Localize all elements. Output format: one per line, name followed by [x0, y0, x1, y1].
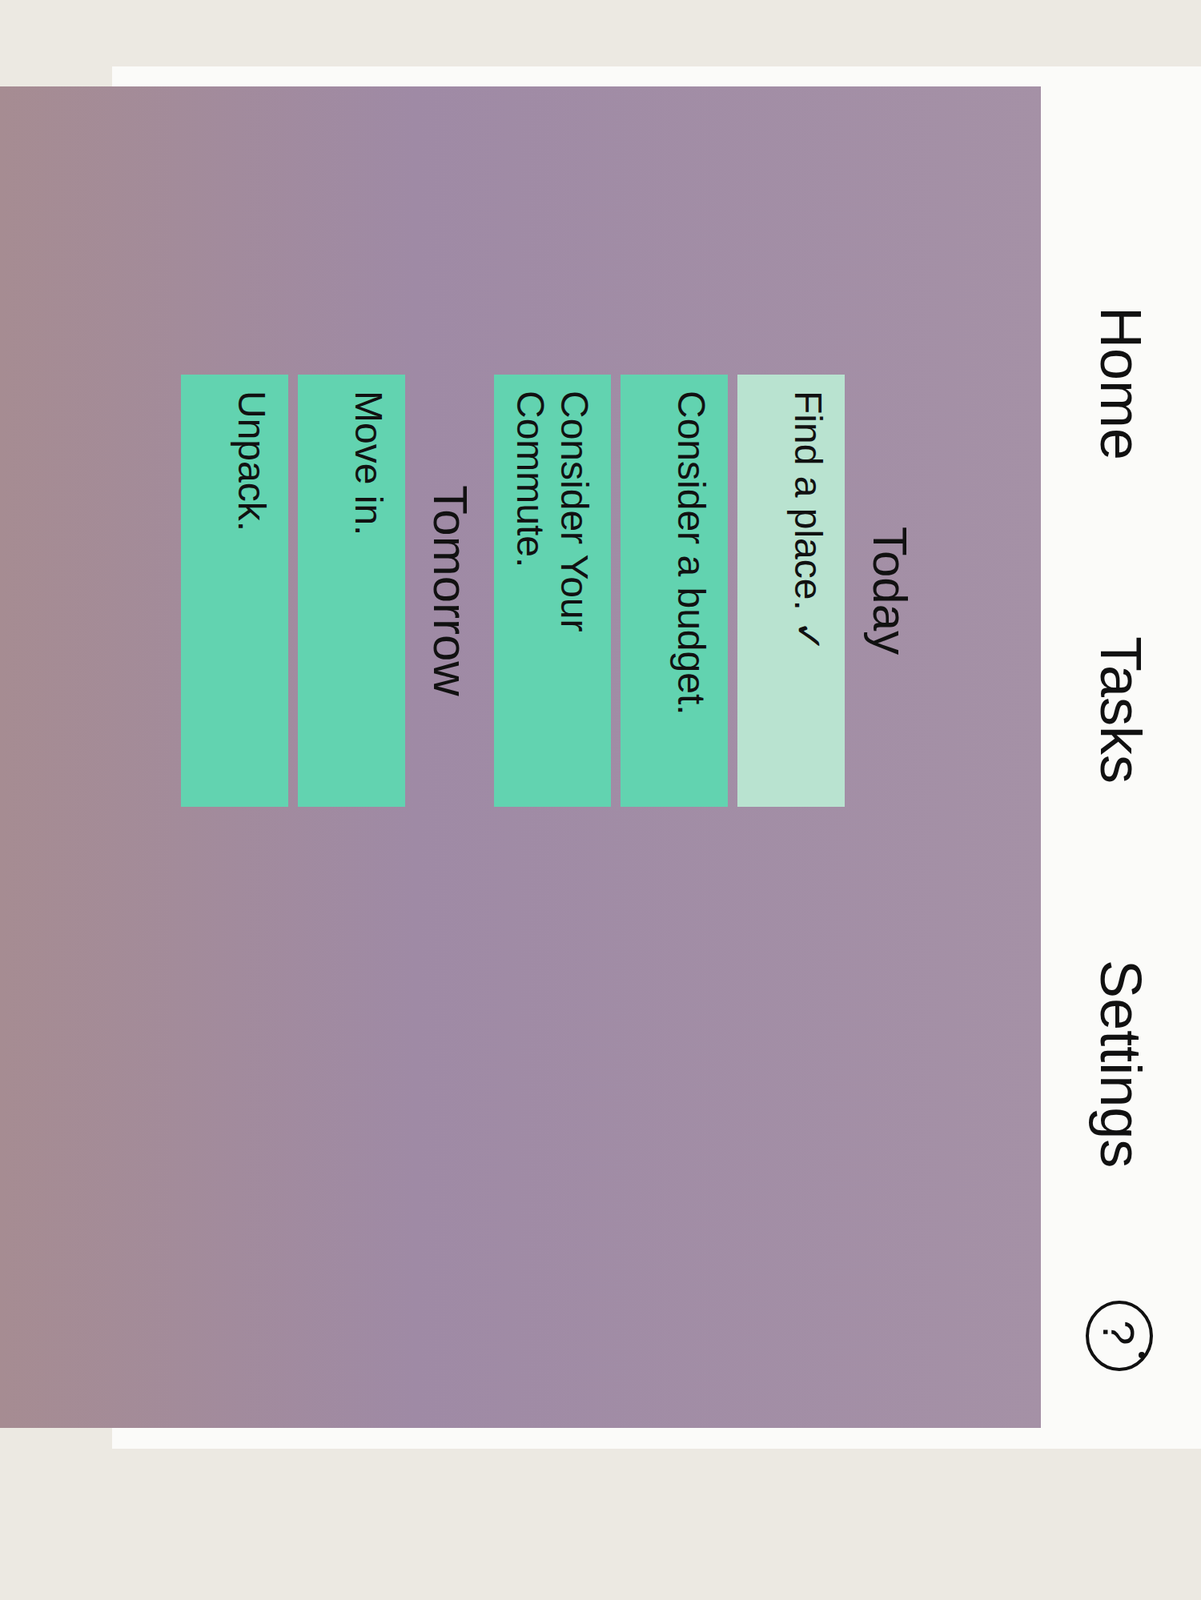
svg-text:?: ? [1093, 1321, 1145, 1346]
section-heading: Tomorrow [414, 374, 495, 808]
paper-sheet: Home Tasks Settings? Today Find a place. ✓ Con… [112, 66, 1201, 1450]
prototype-stage: Home Tasks Settings? Today Find a place. ✓ Con… [0, 0, 1201, 1600]
task-card[interactable]: Consider a budget. [620, 374, 728, 808]
nav-item[interactable]: Home [1088, 306, 1154, 461]
task-card[interactable]: Unpack. [180, 374, 289, 808]
task-board: Today Find a place. ✓ Consider a budget. Con… [0, 86, 1041, 1429]
task-label: Consider Your Commute. [508, 390, 597, 792]
nav-item[interactable]: Settings [1088, 959, 1154, 1169]
help-smiley-icon[interactable]: ? [1080, 1296, 1161, 1377]
nav-bar: Home Tasks Settings? [1040, 66, 1201, 1450]
task-section: Today Find a place. ✓ Consider a budget. Con… [494, 374, 921, 808]
task-label: Unpack. [228, 390, 274, 532]
task-card[interactable]: Find a place. ✓ [737, 374, 845, 808]
task-section: Tomorrow Move in. Unpack. [180, 374, 495, 808]
task-label: Find a place. [786, 390, 831, 611]
nav-item[interactable]: Tasks [1088, 636, 1154, 784]
task-card[interactable]: Consider Your Commute. [494, 374, 611, 808]
task-label: Move in. [345, 390, 390, 536]
task-label: Consider a budget. [669, 390, 714, 716]
photo-frame: Home Tasks Settings? Today Find a place. ✓ Con… [0, 0, 1201, 1600]
task-card[interactable]: Move in. [297, 374, 406, 808]
task-column: Today Find a place. ✓ Consider a budget. Con… [180, 374, 921, 808]
section-heading: Today [854, 374, 921, 808]
done-mark: ✓ [786, 620, 831, 653]
